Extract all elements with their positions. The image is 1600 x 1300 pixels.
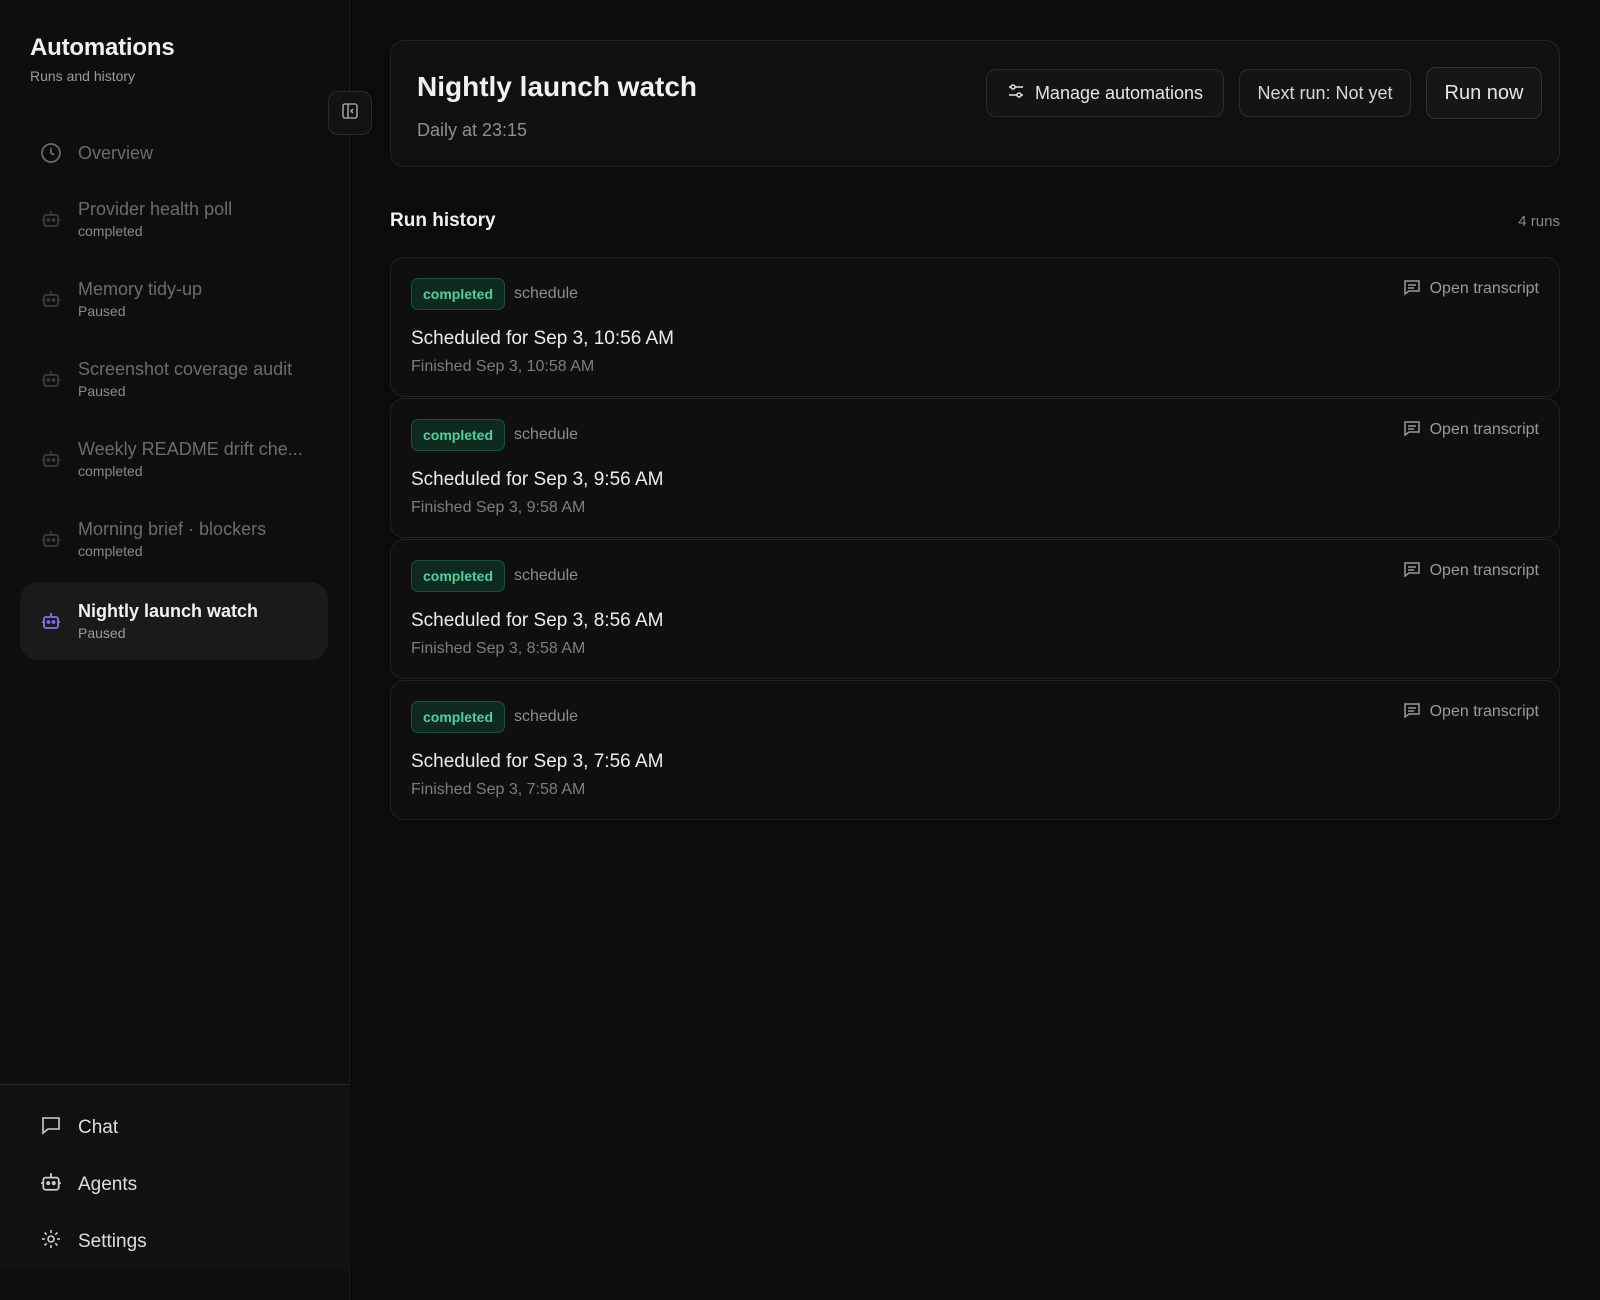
bot-icon	[40, 288, 62, 310]
trigger-label: schedule	[514, 567, 579, 584]
next-run-indicator: Next run: Not yet	[1239, 69, 1411, 117]
transcript-icon	[1403, 278, 1421, 301]
sidebar-collapse-button[interactable]	[328, 91, 372, 135]
trigger-label: schedule	[514, 285, 579, 302]
run-history-list: completed schedule Scheduled for Sep 3, …	[390, 257, 1560, 821]
sidebar-item-status: completed	[78, 223, 143, 239]
run-now-button[interactable]: Run now	[1426, 67, 1542, 119]
sidebar-item-label: Memory tidy-up	[78, 279, 203, 299]
run-history-header: Run history 4 runs	[390, 210, 1560, 232]
sidebar-item-label: Weekly README drift che...	[78, 439, 303, 459]
open-transcript-label: Open transcript	[1429, 421, 1539, 438]
finished-time: Finished Sep 3, 10:58 AM	[411, 358, 595, 375]
next-run-label: Next run: Not yet	[1257, 82, 1393, 103]
automation-header: Nightly launch watch Daily at 23:15 Mana…	[390, 40, 1560, 167]
sidebar-item-nightly-launch-watch[interactable]: Nightly launch watch Paused	[20, 582, 328, 660]
schedule-text: Daily at 23:15	[417, 120, 528, 140]
nav-agents-label: Agents	[78, 1173, 138, 1195]
sidebar-item-status: Paused	[78, 625, 126, 641]
gear-icon	[40, 1228, 62, 1255]
sidebar-item-label: Provider health poll	[78, 199, 233, 219]
finished-time: Finished Sep 3, 7:58 AM	[411, 781, 586, 798]
run-now-label: Run now	[1444, 81, 1524, 104]
app-root: Automations Runs and history Overview Pr…	[0, 0, 1600, 1300]
bot-icon	[40, 610, 62, 632]
scheduled-time: Scheduled for Sep 3, 7:56 AM	[411, 751, 664, 772]
sidebar-item-status: Paused	[78, 383, 126, 399]
nav-agents[interactable]: Agents	[0, 1156, 350, 1213]
transcript-icon	[1403, 419, 1421, 442]
scheduled-time: Scheduled for Sep 3, 9:56 AM	[411, 469, 664, 490]
bot-icon	[40, 448, 62, 470]
open-transcript-link[interactable]: Open transcript	[1403, 278, 1539, 300]
sidebar-item-label: Morning brief · blockers	[78, 519, 267, 539]
open-transcript-label: Open transcript	[1429, 703, 1539, 720]
sidebar-item-status: Paused	[78, 303, 126, 319]
manage-automations-label: Manage automations	[1034, 82, 1204, 103]
scheduled-time: Scheduled for Sep 3, 10:56 AM	[411, 328, 675, 349]
sidebar-item-overview[interactable]: Overview	[20, 128, 328, 178]
run-card: completed schedule Scheduled for Sep 3, …	[390, 680, 1560, 820]
sliders-icon	[1007, 82, 1025, 105]
main-content: Nightly launch watch Daily at 23:15 Mana…	[350, 0, 1600, 1300]
finished-time: Finished Sep 3, 8:58 AM	[411, 640, 586, 657]
sidebar-item-memory-tidy-up[interactable]: Memory tidy-up Paused	[20, 260, 328, 338]
trigger-label: schedule	[514, 708, 579, 725]
nav-settings-label: Settings	[78, 1230, 147, 1252]
run-card: completed schedule Scheduled for Sep 3, …	[390, 539, 1560, 679]
clock-icon	[40, 142, 62, 164]
sidebar-item-provider-health-poll[interactable]: Provider health poll completed	[20, 180, 328, 258]
automation-nav: Overview Provider health poll completed …	[20, 128, 328, 660]
transcript-icon	[1403, 701, 1421, 724]
sidebar: Automations Runs and history Overview Pr…	[0, 0, 372, 1300]
sidebar-item-weekly-readme-drift[interactable]: Weekly README drift che... completed	[20, 420, 328, 498]
bot-icon	[40, 1171, 62, 1198]
sidebar-item-label: Screenshot coverage audit	[78, 359, 293, 379]
status-badge: completed	[411, 701, 506, 733]
nav-settings[interactable]: Settings	[0, 1213, 350, 1270]
bot-icon	[40, 368, 62, 390]
sidebar-brand: Automations Runs and history	[30, 34, 175, 84]
nav-chat-label: Chat	[78, 1116, 119, 1138]
sidebar-collapse-icon	[341, 102, 359, 125]
trigger-label: schedule	[514, 426, 579, 443]
sidebar-item-status: completed	[78, 463, 143, 479]
status-badge: completed	[411, 419, 506, 451]
bot-icon	[40, 528, 62, 550]
sidebar-item-status: completed	[78, 543, 143, 559]
open-transcript-link[interactable]: Open transcript	[1403, 701, 1539, 723]
nav-chat[interactable]: Chat	[0, 1099, 350, 1156]
sidebar-item-morning-brief[interactable]: Morning brief · blockers completed	[20, 500, 328, 578]
status-badge: completed	[411, 560, 506, 592]
run-card: completed schedule Scheduled for Sep 3, …	[390, 398, 1560, 538]
sidebar-subtitle: Runs and history	[30, 68, 136, 84]
page-title: Nightly launch watch	[417, 71, 698, 102]
transcript-icon	[1403, 560, 1421, 583]
open-transcript-label: Open transcript	[1429, 280, 1539, 297]
finished-time: Finished Sep 3, 9:58 AM	[411, 499, 586, 516]
run-count: 4 runs	[1518, 213, 1560, 230]
sidebar-item-label: Overview	[78, 142, 154, 163]
scheduled-time: Scheduled for Sep 3, 8:56 AM	[411, 610, 664, 631]
bottom-nav: Chat Agents Settings	[0, 1084, 350, 1270]
run-history-title: Run history	[390, 210, 496, 231]
open-transcript-link[interactable]: Open transcript	[1403, 560, 1539, 582]
bot-icon	[40, 208, 62, 230]
manage-automations-button[interactable]: Manage automations	[986, 69, 1224, 117]
sidebar-item-label: Nightly launch watch	[78, 601, 259, 621]
chat-icon	[40, 1114, 62, 1141]
status-badge: completed	[411, 278, 506, 310]
sidebar-title: Automations	[30, 34, 175, 61]
run-card: completed schedule Scheduled for Sep 3, …	[390, 257, 1560, 397]
open-transcript-link[interactable]: Open transcript	[1403, 419, 1539, 441]
open-transcript-label: Open transcript	[1429, 562, 1539, 579]
sidebar-item-screenshot-coverage-audit[interactable]: Screenshot coverage audit Paused	[20, 340, 328, 418]
